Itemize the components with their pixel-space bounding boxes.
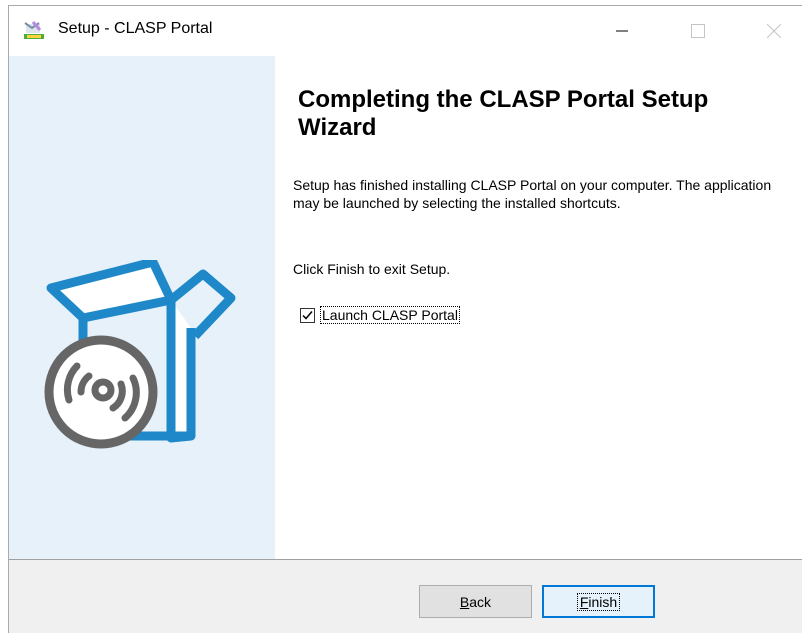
software-box-disc-icon xyxy=(43,257,243,460)
finish-message: Setup has finished installing CLASP Port… xyxy=(293,177,772,211)
page-title: Completing the CLASP Portal Setup Wizard xyxy=(298,86,709,141)
wizard-content: Completing the CLASP Portal Setup Wizard… xyxy=(275,56,802,559)
back-button[interactable]: Back xyxy=(419,585,532,618)
launch-option[interactable]: Launch CLASP Portal xyxy=(300,306,460,324)
checkmark-icon xyxy=(302,310,313,320)
setup-window: Setup - CLASP Portal Completing the CLAS… xyxy=(8,5,802,633)
back-button-label: Back xyxy=(459,593,492,610)
close-icon xyxy=(767,24,781,38)
maximize-button[interactable] xyxy=(675,6,721,56)
setup-installer-icon xyxy=(23,19,45,41)
launch-checkbox[interactable] xyxy=(300,307,315,323)
launch-checkbox-label[interactable]: Launch CLASP Portal xyxy=(320,306,460,324)
exit-instruction: Click Finish to exit Setup. xyxy=(293,261,451,277)
close-button[interactable] xyxy=(751,6,797,56)
finish-button-label: Finish xyxy=(576,592,621,611)
button-bar: Back Finish xyxy=(9,559,802,633)
minimize-button[interactable] xyxy=(599,6,645,56)
maximize-icon xyxy=(691,24,705,38)
window-title: Setup - CLASP Portal xyxy=(58,20,213,37)
finish-button[interactable]: Finish xyxy=(542,585,655,618)
wizard-side-panel xyxy=(9,56,275,559)
minimize-icon xyxy=(616,30,628,32)
title-bar[interactable]: Setup - CLASP Portal xyxy=(9,6,802,56)
